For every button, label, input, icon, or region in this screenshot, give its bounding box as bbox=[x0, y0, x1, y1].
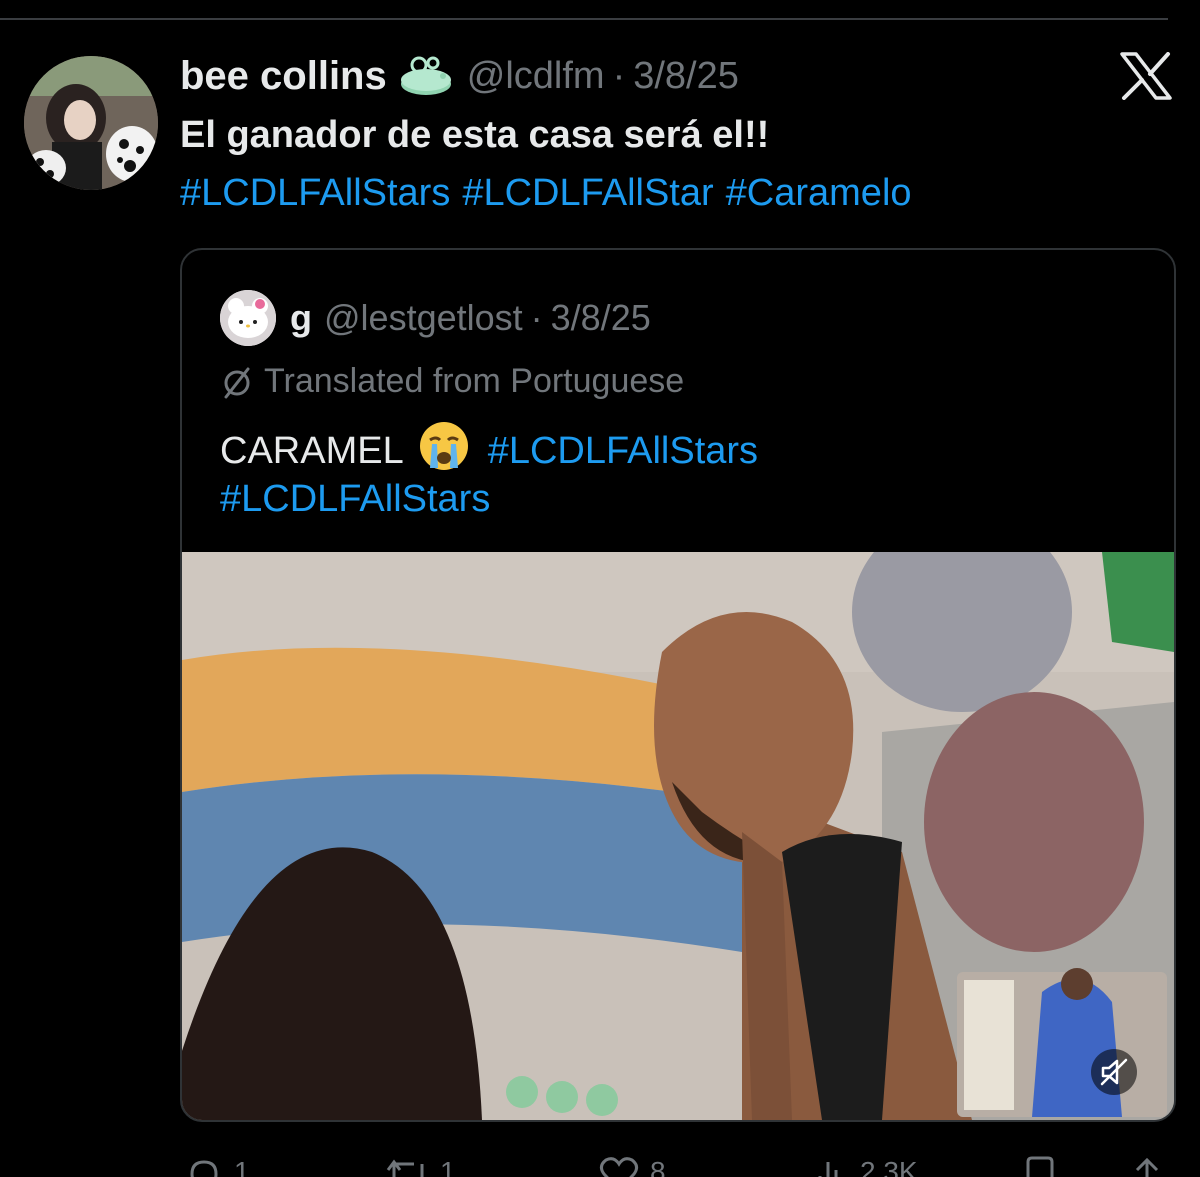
separator-dot: · bbox=[530, 297, 543, 338]
tweet-date[interactable]: 3/8/25 bbox=[633, 55, 739, 98]
hashtag-link[interactable]: #LCDLFAllStars bbox=[220, 478, 490, 521]
author-name[interactable]: bee collins bbox=[180, 54, 387, 99]
quote-author-name[interactable]: g bbox=[290, 297, 312, 339]
quote-date[interactable]: 3/8/25 bbox=[551, 297, 651, 339]
views-button[interactable]: 2.3K bbox=[814, 1154, 918, 1177]
views-count: 2.3K bbox=[860, 1156, 918, 1177]
quote-text-line: CARAMEL #LCDLFAllStars bbox=[220, 420, 758, 482]
quoted-tweet-card[interactable]: g @lestgetlost · 3/8/25 Translated from … bbox=[180, 248, 1176, 1122]
repost-count: 1 bbox=[440, 1156, 456, 1177]
video-thumbnail[interactable] bbox=[182, 552, 1174, 1120]
muted-speaker-icon[interactable] bbox=[1090, 1048, 1138, 1096]
share-icon bbox=[1135, 1157, 1159, 1177]
tweet-action-bar: 1 1 8 2.3K bbox=[180, 1148, 1160, 1177]
x-logo-icon[interactable] bbox=[1120, 52, 1172, 100]
bookmark-icon bbox=[1026, 1156, 1054, 1177]
hashtag-link[interactable]: #LCDLFAllStars bbox=[180, 172, 450, 214]
author-avatar[interactable] bbox=[24, 56, 158, 190]
tweet-hashtags: #LCDLFAllStars #LCDLFAllStar #Caramelo bbox=[180, 172, 924, 215]
quote-text: CARAMEL bbox=[220, 429, 404, 472]
quote-author-handle[interactable]: @lestgetlost bbox=[324, 297, 523, 339]
reply-count: 1 bbox=[234, 1156, 250, 1177]
crying-emoji-icon bbox=[418, 420, 470, 482]
globe-slash-icon bbox=[224, 367, 250, 398]
top-divider bbox=[0, 18, 1168, 20]
tweet-text: El ganador de esta casa será el!! bbox=[180, 114, 770, 156]
hashtag-link[interactable]: #LCDLFAllStar bbox=[462, 172, 713, 214]
translated-label[interactable]: Translated from Portuguese bbox=[264, 362, 684, 401]
views-bars-icon bbox=[818, 1162, 838, 1177]
reply-button[interactable]: 1 bbox=[184, 1154, 250, 1177]
share-button[interactable] bbox=[1130, 1154, 1160, 1177]
like-button[interactable]: 8 bbox=[598, 1154, 666, 1177]
repost-icon bbox=[386, 1159, 424, 1177]
reply-bubble-icon bbox=[190, 1160, 218, 1177]
hashtag-link[interactable]: #Caramelo bbox=[726, 172, 912, 214]
hashtag-link[interactable]: #LCDLFAllStars bbox=[488, 430, 758, 473]
repost-button[interactable]: 1 bbox=[386, 1154, 456, 1177]
like-count: 8 bbox=[650, 1156, 666, 1177]
heart-icon bbox=[599, 1157, 639, 1177]
bookmark-button[interactable] bbox=[1022, 1154, 1058, 1177]
tweet-author-line: bee collins @lcdlfm · 3/8/25 bbox=[180, 50, 739, 102]
quote-author-line: g @lestgetlost · 3/8/25 bbox=[220, 290, 651, 346]
translation-notice: Translated from Portuguese bbox=[220, 362, 684, 401]
author-handle[interactable]: @lcdlfm bbox=[467, 55, 605, 98]
quote-author-avatar[interactable] bbox=[220, 290, 276, 346]
soap-emoji-icon bbox=[400, 56, 451, 95]
separator-dot: · bbox=[612, 54, 626, 97]
